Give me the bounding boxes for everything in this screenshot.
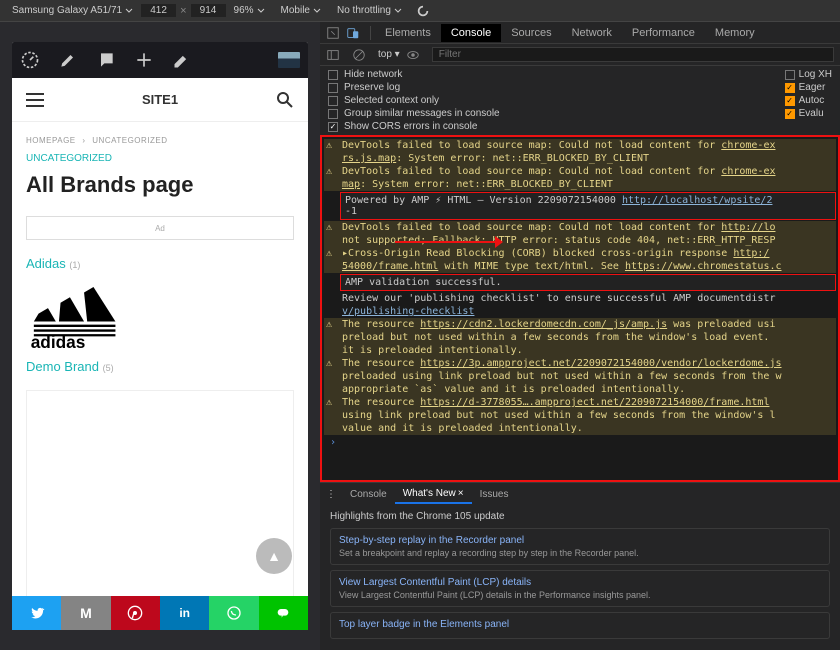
inspect-icon[interactable] [326,26,340,40]
log-warning: ⚠The resource https://cdn2.lockerdomecdn… [324,318,836,331]
autocomplete-checkbox[interactable] [785,96,795,106]
gmail-button[interactable]: M [61,596,110,630]
breadcrumb-category[interactable]: UNCATEGORIZED [92,136,167,145]
tip-card[interactable]: Step-by-step replay in the Recorder pane… [330,528,830,565]
console-filter-input[interactable] [432,47,834,62]
breadcrumb-sep: › [82,136,85,145]
whatsapp-button[interactable] [209,596,258,630]
drawer-menu-icon[interactable]: ⋮ [326,489,336,500]
comment-icon[interactable] [96,50,116,70]
scroll-top-button[interactable]: ▲ [256,538,292,574]
height-input[interactable] [191,4,226,17]
arrow-annotation [395,232,505,252]
devtools-header: Elements Console Sources Network Perform… [320,22,840,44]
brand-link-adidas[interactable]: Adidas (1) [12,250,308,277]
zoom-selector[interactable]: 96% [226,3,273,18]
drawer-tabs: ⋮ Console What's New× Issues [320,483,840,505]
content-placeholder [26,390,294,620]
log-success-box: AMP validation successful. [340,274,836,291]
frame-toolbar [12,42,308,78]
breadcrumb: HOMEPAGE › UNCATEGORIZED [12,122,308,153]
sidebar-toggle-icon[interactable] [326,48,340,62]
brand-link-demo[interactable]: Demo Brand (5) [12,353,308,380]
devtools-tabs: Elements Console Sources Network Perform… [375,24,765,42]
drawer-tab-whatsnew[interactable]: What's New× [395,485,472,504]
device-toolbar: Samsung Galaxy A51/71 × 96% Mobile No th… [0,0,840,22]
edit-icon[interactable] [172,50,192,70]
console-body: ⚠DevTools failed to load source map: Cou… [320,135,840,482]
eager-checkbox[interactable] [785,83,795,93]
site-header: SITE1 [12,78,308,122]
eye-icon[interactable] [406,48,420,62]
log-warning: ⚠DevTools failed to load source map: Cou… [324,139,836,152]
line-button[interactable] [259,596,308,630]
adidas-logo[interactable]: adidas [12,277,142,353]
page-title: All Brands page [12,164,308,206]
tab-performance[interactable]: Performance [622,24,705,42]
svg-text:adidas: adidas [31,332,86,350]
device-toggle-icon[interactable] [346,26,360,40]
group-similar-checkbox[interactable] [328,109,338,119]
pinterest-button[interactable] [111,596,160,630]
tip-card[interactable]: View Largest Contentful Paint (LCP) deta… [330,570,830,607]
twitter-button[interactable] [12,596,61,630]
bottom-drawer: ⋮ Console What's New× Issues Highlights … [320,482,840,650]
tab-console[interactable]: Console [441,24,501,42]
tab-memory[interactable]: Memory [705,24,765,42]
breadcrumb-home[interactable]: HOMEPAGE [26,136,76,145]
avatar[interactable] [278,52,300,68]
device-selector[interactable]: Samsung Galaxy A51/71 [4,3,141,18]
selected-context-checkbox[interactable] [328,96,338,106]
linkedin-button[interactable]: in [160,596,209,630]
evaluate-checkbox[interactable] [785,109,795,119]
preserve-log-checkbox[interactable] [328,83,338,93]
site-title: SITE1 [44,92,276,107]
rotate-icon[interactable] [416,4,430,18]
dashboard-icon[interactable] [20,50,40,70]
log-info: Review our 'publishing checklist' to ens… [340,292,836,305]
devtools-pane: Elements Console Sources Network Perform… [320,22,840,650]
tip-card[interactable]: Top layer badge in the Elements panel [330,612,830,639]
social-bar: M in [12,596,308,630]
log-warning: ⚠The resource https://3p.ampproject.net/… [324,357,836,370]
device-frame: SITE1 HOMEPAGE › UNCATEGORIZED UNCATEGOR… [12,42,308,630]
drawer-tab-console[interactable]: Console [342,486,395,503]
drawer-tab-issues[interactable]: Issues [472,486,517,503]
hamburger-icon[interactable] [26,93,44,107]
drawer-body: Highlights from the Chrome 105 update St… [320,505,840,650]
show-cors-checkbox[interactable] [328,122,338,132]
category-label[interactable]: UNCATEGORIZED [12,153,308,164]
tab-elements[interactable]: Elements [375,24,441,42]
clear-console-icon[interactable] [352,48,366,62]
brush-icon[interactable] [58,50,78,70]
ad-placeholder: Ad [26,216,294,240]
hide-network-checkbox[interactable] [328,70,338,80]
highlight-title: Highlights from the Chrome 105 update [330,511,830,522]
close-icon[interactable]: × [458,488,464,499]
plus-icon[interactable] [134,50,154,70]
log-warning: ⚠The resource https://d-3778055….ampproj… [324,396,836,409]
width-input[interactable] [141,4,176,17]
media-selector[interactable]: Mobile [273,3,329,18]
search-icon[interactable] [276,91,294,109]
log-xhr-checkbox[interactable] [785,70,795,80]
dim-separator: × [180,5,186,17]
throttle-selector[interactable]: No throttling [329,3,410,18]
log-warning: ⚠DevTools failed to load source map: Cou… [324,165,836,178]
tab-sources[interactable]: Sources [501,24,561,42]
scope-selector[interactable]: top ▾ [378,49,400,60]
device-preview-pane: SITE1 HOMEPAGE › UNCATEGORIZED UNCATEGOR… [0,22,320,650]
log-info-box: Powered by AMP ⚡ HTML – Version 22090721… [340,192,836,220]
console-options: Hide network Preserve log Selected conte… [320,66,840,135]
tab-network[interactable]: Network [562,24,622,42]
console-toolbar: top ▾ [320,44,840,66]
console-prompt[interactable]: › [324,435,836,450]
